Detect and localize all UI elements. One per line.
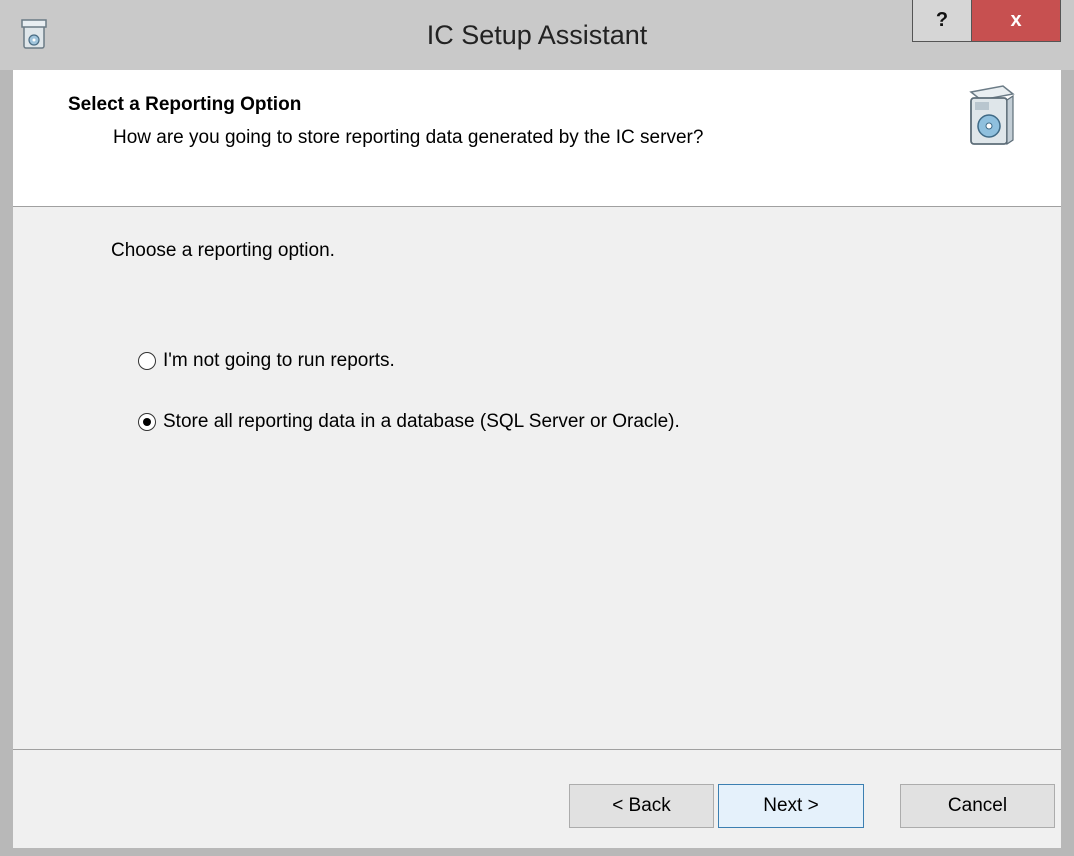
option-label: I'm not going to run reports. [163,350,395,371]
instructions-text: Choose a reporting option. [111,240,335,261]
back-button[interactable]: < Back [569,784,714,828]
wizard-client-area: Select a Reporting Option How are you go… [13,70,1061,848]
page-subtitle: How are you going to store reporting dat… [113,127,704,148]
setup-window: IC Setup Assistant ? x Select a Reportin… [0,0,1074,856]
footer-divider [13,749,1061,750]
radio-button-checked[interactable] [138,413,156,431]
radio-selected-dot [143,418,151,426]
title-bar[interactable]: IC Setup Assistant ? x [0,0,1074,70]
option-label: Store all reporting data in a database (… [163,411,680,432]
radio-button-unchecked[interactable] [138,352,156,370]
next-button[interactable]: Next > [718,784,864,828]
cancel-button[interactable]: Cancel [900,784,1055,828]
page-title: Select a Reporting Option [68,94,302,115]
option-store-database[interactable]: Store all reporting data in a database (… [138,411,680,433]
help-button[interactable]: ? [912,0,972,42]
close-button[interactable]: x [971,0,1061,42]
option-no-reports[interactable]: I'm not going to run reports. [138,350,395,372]
setup-package-icon [969,85,1015,146]
wizard-header: Select a Reporting Option How are you go… [13,70,1061,207]
